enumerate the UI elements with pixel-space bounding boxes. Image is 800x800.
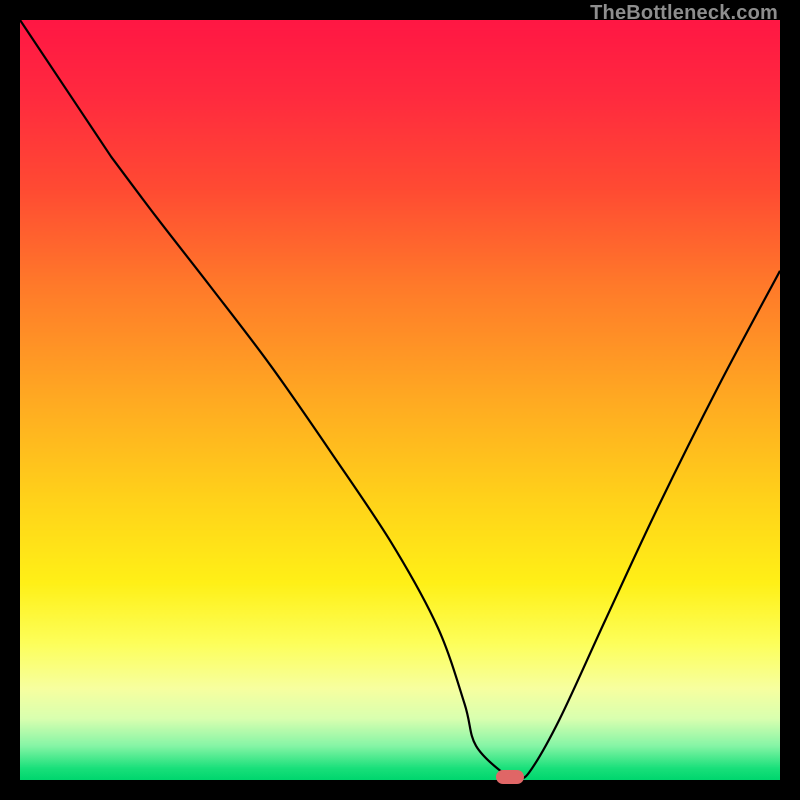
chart-frame [20,20,780,780]
watermark-text: TheBottleneck.com [590,2,778,25]
curve-layer [20,20,780,780]
optimal-marker [496,770,524,784]
bottleneck-curve [20,20,780,778]
